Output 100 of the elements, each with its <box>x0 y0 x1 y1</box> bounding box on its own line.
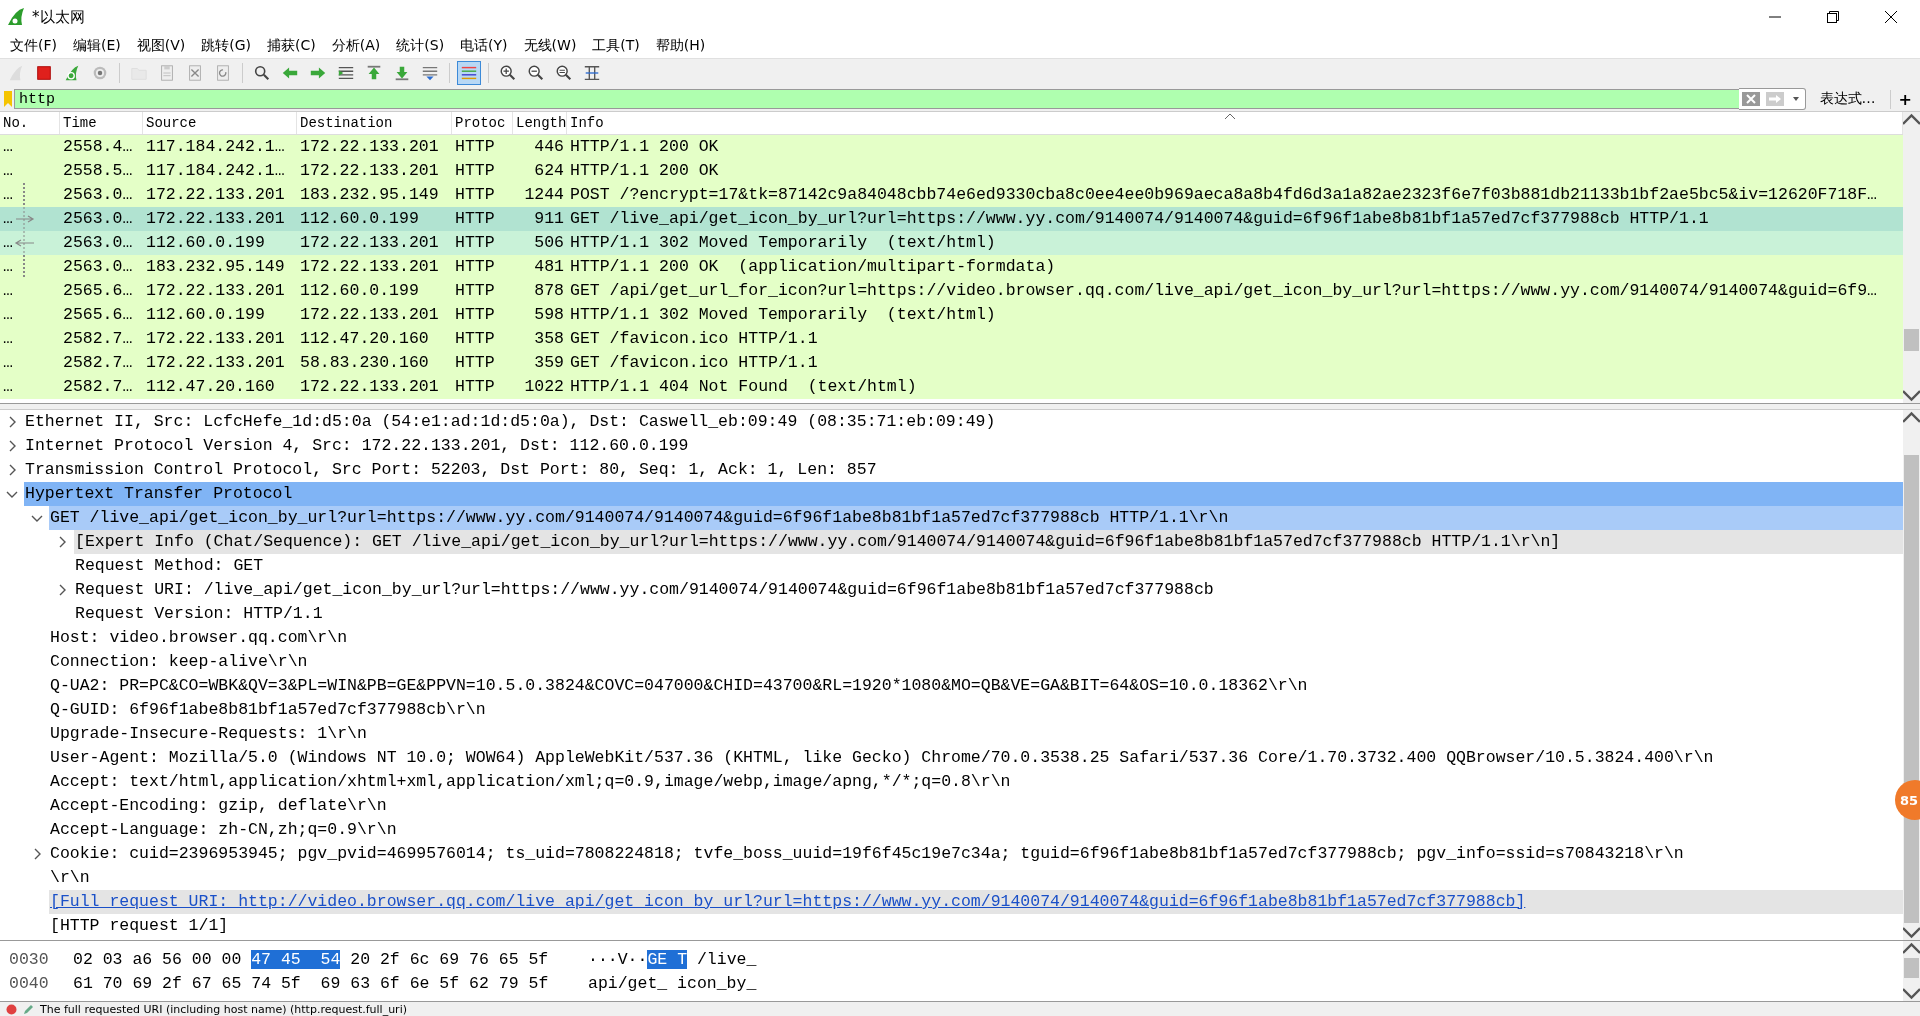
hex-offset: 0030 <box>8 949 50 969</box>
ascii-text[interactable]: ···V·· <box>588 949 648 969</box>
menu-item[interactable]: 视图(V) <box>128 35 194 57</box>
hex-bytes[interactable]: 20 2f 6c 69 76 65 5f <box>350 949 549 969</box>
ascii-text[interactable]: api/get_ icon_by_ <box>588 973 757 993</box>
tree-item[interactable]: Q-GUID: 6f96f1abe8b81bf1a57ed7cf377988cb\r\n <box>49 698 1903 722</box>
menu-item[interactable]: 工具(T) <box>584 35 648 57</box>
packet-row[interactable]: … 2582.7… 172.22.133.201 112.47.20.160 HTTP 358 GET /favicon.ico HTTP/1.1 <box>0 327 1903 351</box>
number-cell-text: … <box>2 232 14 254</box>
menu-item[interactable]: 跳转(G) <box>193 35 260 57</box>
length-cell-text: 1022 <box>523 376 565 398</box>
tree-item[interactable]: [HTTP request 1/1] <box>49 914 1903 938</box>
number-cell-text: … <box>2 208 14 230</box>
packet-row[interactable]: … 2563.0… 172.22.133.201 112.60.0.199 HTTP 911 GET /live_api/get_icon_by_url?url=https://www.yy.com/9140074/9140074&guid=6f96f1abe8b81bf1a57ed7cf377988cb HTTP/1.1 <box>0 207 1903 231</box>
packet-row[interactable]: … 2565.6… 172.22.133.201 112.60.0.199 HTTP 878 GET /api/get_url_for_icon?url=https://video.browser.qq.com/live_api/get_icon_by_url?url=https://www.yy.com/9140074/9140074&guid=6f9… <box>0 279 1903 303</box>
packet-row[interactable]: … 2582.7… 112.47.20.160 172.22.133.201 HTTP 1022 HTTP/1.1 404 Not Found (text/html) <box>0 375 1903 399</box>
source-cell-text: 112.47.20.160 <box>145 376 276 398</box>
search-icon <box>253 64 271 82</box>
menu-item[interactable]: 帮助(H) <box>647 35 714 57</box>
packet-row[interactable]: … 2565.6… 112.60.0.199 172.22.133.201 HTTP 598 HTTP/1.1 302 Moved Temporarily (text/html) <box>0 303 1903 327</box>
packet-row[interactable]: … 2563.0… 172.22.133.201 183.232.95.149 HTTP 1244 POST /?encrypt=17&tk=87142c9a84048cbb74e6ed9330cba8c0ee4ee0b969aeca8a8b4fd6d3a1a82ae2323f6e7f03b881db21133b1bf2ae5bc5&iv=12620F718F… <box>0 183 1903 207</box>
source-cell-text: 172.22.133.201 <box>145 208 286 230</box>
menu-item[interactable]: 文件(F) <box>2 35 65 57</box>
column-header[interactable]: Length <box>513 112 567 134</box>
packet-row[interactable]: … 2563.0… 183.232.95.149 172.22.133.201 HTTP 481 HTTP/1.1 200 OK (application/multipart-formdata) <box>0 255 1903 279</box>
menu-item[interactable]: 统计(S) <box>388 35 453 57</box>
destination-cell-text: 58.83.230.160 <box>299 352 430 374</box>
packet-row[interactable]: … 2582.7… 172.22.133.201 58.83.230.160 HTTP 359 GET /favicon.ico HTTP/1.1 <box>0 351 1903 375</box>
menu-item[interactable]: 无线(W) <box>515 35 585 57</box>
info-cell-text: GET /favicon.ico HTTP/1.1 <box>569 352 819 374</box>
number-cell-text: … <box>2 184 14 206</box>
tree-item[interactable]: Upgrade-Insecure-Requests: 1\r\n <box>49 722 1903 746</box>
tree-item[interactable]: Cookie: cuid=2396953945; pgv_pvid=4699576014; ts_uid=7808224818; tvfe_boss_uuid=19f6f45c19e7c34a; tguid=6f96f1abe8b81bf1a57ed7cf377988cb; pgv_info=ssid=s70843218\r\n <box>49 842 1903 866</box>
info-cell-text: HTTP/1.1 302 Moved Temporarily (text/html) <box>569 304 997 326</box>
selected-ascii[interactable]: GE T <box>647 949 688 969</box>
expression-button[interactable]: 表达式… <box>1805 90 1890 108</box>
tree-item[interactable]: Ethernet II, Src: LcfcHefe_1d:d5:0a (54:e1:ad:1d:d5:0a), Dst: Caswell_eb:09:49 (08:35:71:eb:09:49) <box>24 410 1903 434</box>
filter-field[interactable]: http <box>14 89 1739 109</box>
column-header[interactable]: Source <box>143 112 297 134</box>
protocol-cell-text: HTTP <box>454 232 496 254</box>
gear-icon <box>91 64 109 82</box>
length-cell-text: 624 <box>533 160 565 182</box>
restore-icon[interactable] <box>1826 10 1840 24</box>
menu-item[interactable]: 编辑(E) <box>65 35 129 57</box>
tree-item[interactable]: Q-UA2: PR=PC&CO=WBK&QV=3&PL=WIN&PB=GE&PPVN=10.5.0.3824&COVC=047000&CHID=43700&RL=1920*1080&MO=QB&VE=GA&BIT=64&OS=10.0.18362\r\n <box>49 674 1903 698</box>
menu-item[interactable]: 分析(A) <box>323 35 389 57</box>
caret-icon[interactable] <box>1791 96 1800 102</box>
tree-item[interactable]: Request URI: /live_api/get_icon_by_url?url=https://www.yy.com/9140074/9140074&guid=6f96f1abe8b81bf1a57ed7cf377988cb <box>74 578 1903 602</box>
info-cell-text: GET /api/get_url_for_icon?url=https://video.browser.qq.com/live_api/get_icon_by_url?url=https://www.yy.com/9140074/9140074&guid=6f9… <box>569 280 1878 302</box>
hex-bytes[interactable]: 02 03 a6 56 00 00 <box>73 949 242 969</box>
column-header[interactable]: Protoc <box>452 112 513 134</box>
packet-row[interactable]: … 2558.5… 117.184.242.1… 172.22.133.201 HTTP 624 HTTP/1.1 200 OK <box>0 159 1903 183</box>
scroll-thumb[interactable] <box>1904 329 1919 351</box>
menu-item[interactable]: 捕获(C) <box>259 35 324 57</box>
ascii-text[interactable]: /live_ <box>687 949 757 969</box>
tree-item[interactable]: GET /live_api/get_icon_by_url?url=https://www.yy.com/9140074/9140074&guid=6f96f1abe8b81bf1a57ed7cf377988cb HTTP/1.1\r\n <box>49 506 1903 530</box>
scroll-thumb[interactable] <box>1904 958 1919 978</box>
menu-item[interactable]: 电话(Y) <box>452 35 516 57</box>
selected-bytes[interactable]: 47 45 54 <box>251 949 341 969</box>
protocol-cell-text: HTTP <box>454 184 496 206</box>
tree-item[interactable]: Request Method: GET <box>74 554 1903 578</box>
zoom-out-icon <box>527 64 545 82</box>
column-header[interactable]: Time <box>60 112 143 134</box>
source-cell-text: 117.184.242.1… <box>145 136 286 158</box>
tree-item[interactable]: User-Agent: Mozilla/5.0 (Windows NT 10.0; WOW64) AppleWebKit/537.36 (KHTML, like Gecko) Chrome/70.0.3538.25 Safari/537.36 Core/1.70.3732.400 QQBrowser/10.5.3824.400\r\n <box>49 746 1903 770</box>
toolbar-button[interactable] <box>457 61 481 85</box>
tree-item[interactable]: Hypertext Transfer Protocol <box>24 482 1903 506</box>
stop-icon <box>35 64 53 82</box>
scrollbar[interactable] <box>1903 941 1920 1001</box>
scrollbar[interactable] <box>1903 112 1920 403</box>
source-cell-text: 112.60.0.199 <box>145 304 266 326</box>
info-cell-text: HTTP/1.1 200 OK (application/multipart-formdata) <box>569 256 1057 278</box>
tree-item[interactable]: Connection: keep-alive\r\n <box>49 650 1903 674</box>
tree-item[interactable]: Host: video.browser.qq.com\r\n <box>49 626 1903 650</box>
destination-cell-text: 172.22.133.201 <box>299 256 440 278</box>
document-icon <box>158 64 176 82</box>
packet-row[interactable]: … 2558.4… 117.184.242.1… 172.22.133.201 HTTP 446 HTTP/1.1 200 OK <box>0 135 1903 159</box>
time-cell-text: 2558.5… <box>62 160 134 182</box>
tree-item[interactable]: Internet Protocol Version 4, Src: 172.22.133.201, Dst: 112.60.0.199 <box>24 434 1903 458</box>
protocol-cell-text: HTTP <box>454 352 496 374</box>
status-message: The full requested URI (including host name) (http.request.full_uri) <box>40 1002 407 1016</box>
tree-item[interactable]: \r\n <box>49 866 1903 890</box>
column-header[interactable]: Destination <box>297 112 452 134</box>
hex-offset: 0040 <box>8 973 50 993</box>
column-header[interactable]: No. <box>0 112 60 134</box>
window-title: *以太网 <box>32 7 85 27</box>
hex-bytes[interactable]: 61 70 69 2f 67 65 74 5f 69 63 6f 6e 5f 62 79 5f <box>73 973 549 993</box>
length-cell-text: 1244 <box>523 184 565 206</box>
tree-item[interactable]: Transmission Control Protocol, Src Port: 52203, Dst Port: 80, Seq: 1, Ack: 1, Len: 857 <box>24 458 1903 482</box>
tree-item[interactable]: Request Version: HTTP/1.1 <box>74 602 1903 626</box>
close-icon[interactable] <box>1884 10 1898 24</box>
packet-row[interactable]: … 2563.0… 112.60.0.199 172.22.133.201 HTTP 506 HTTP/1.1 302 Moved Temporarily (text/html) <box>0 231 1903 255</box>
info-cell-text: HTTP/1.1 200 OK <box>569 160 720 182</box>
add-button[interactable]: + <box>1889 89 1920 109</box>
protocol-cell-text: HTTP <box>454 328 496 350</box>
status-dot-icon[interactable] <box>6 1003 17 1015</box>
tree-item[interactable]: [Expert Info (Chat/Sequence): GET /live_api/get_icon_by_url?url=https://www.yy.com/9140074/9140074&guid=6f96f1abe8b81bf1a57ed7cf377988cb HTTP/1.1\r\n] <box>74 530 1903 554</box>
destination-cell-text: 172.22.133.201 <box>299 376 440 398</box>
tree-item[interactable]: Accept-Language: zh-CN,zh;q=0.9\r\n <box>49 818 1903 842</box>
fin-icon <box>63 64 81 82</box>
